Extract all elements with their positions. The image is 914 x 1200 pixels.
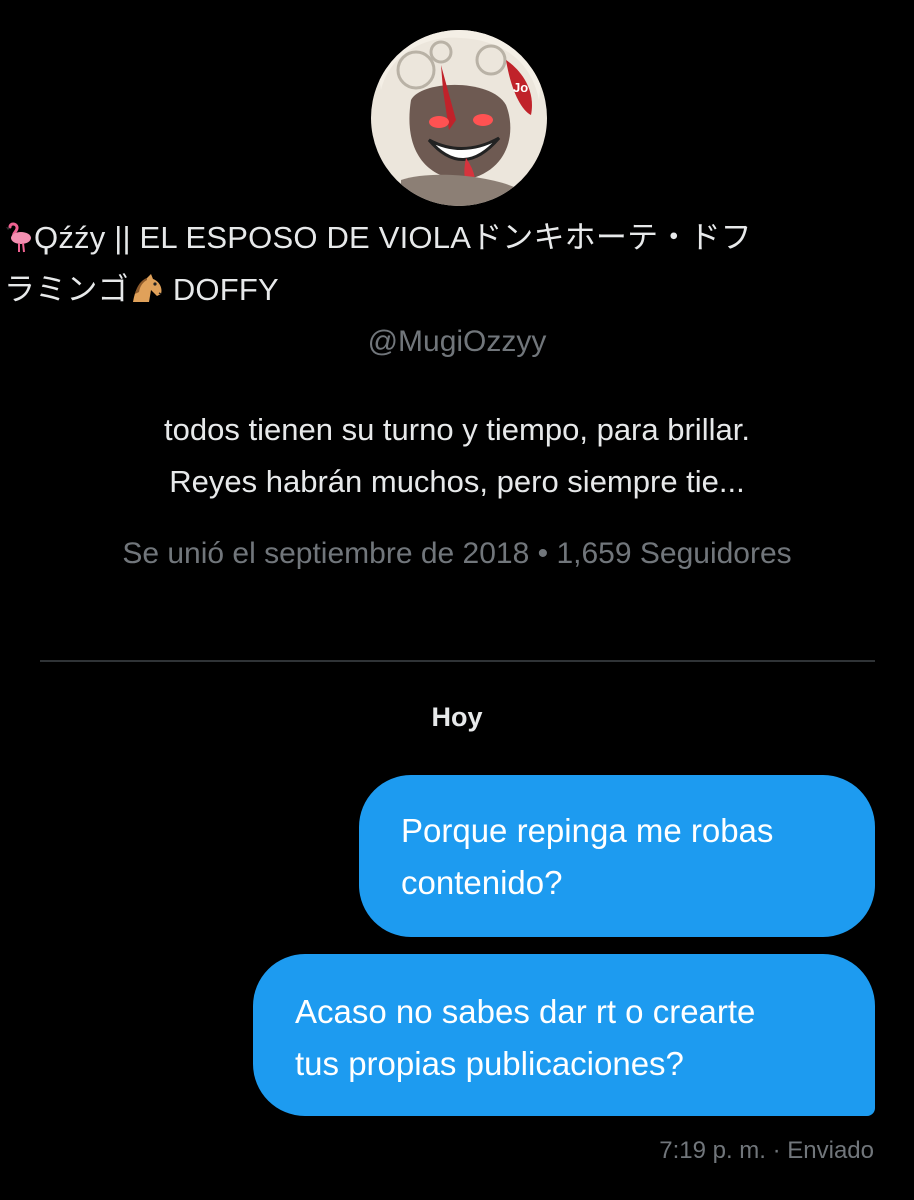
- display-name-line1: Ϙźźy || EL ESPOSO DE VIOLAドンキホーテ・ドフ: [34, 220, 752, 255]
- message-text-line: contenido?: [401, 864, 563, 901]
- bio-line-2: Reyes habrán muchos, pero siempre tie...: [169, 464, 745, 499]
- display-name: Ϙźźy || EL ESPOSO DE VIOLAドンキホーテ・ドフ ラミンゴ…: [4, 212, 909, 316]
- followers-count[interactable]: 1,659 Seguidores: [556, 537, 791, 570]
- message-text-line: Acaso no sabes dar rt o crearte: [295, 993, 756, 1030]
- svg-text:Jo: Jo: [513, 80, 528, 95]
- profile-avatar[interactable]: Jo: [371, 30, 547, 206]
- message-status: 7:19 p. m. · Enviado: [659, 1137, 874, 1164]
- message-bubble[interactable]: Porque repinga me robas contenido?: [359, 775, 875, 937]
- display-name-line2-prefix: ラミンゴ: [4, 272, 129, 307]
- display-name-line2-suffix: DOFFY: [172, 272, 279, 307]
- meta-separator: •: [529, 537, 557, 570]
- bio-line-1: todos tienen su turno y tiempo, para bri…: [164, 412, 750, 447]
- anime-avatar-icon: Jo: [371, 30, 547, 206]
- profile-handle[interactable]: @MugiOzzyy: [0, 325, 914, 359]
- message-text-line: Porque repinga me robas: [401, 812, 774, 849]
- flamingo-icon: [6, 222, 31, 253]
- section-divider: [40, 660, 875, 662]
- message-text-line: tus propias publicaciones?: [295, 1045, 684, 1082]
- message-bubble[interactable]: Acaso no sabes dar rt o crearte tus prop…: [253, 954, 875, 1116]
- profile-meta: Se unió el septiembre de 2018 • 1,659 Se…: [0, 537, 914, 571]
- profile-bio: todos tienen su turno y tiempo, para bri…: [40, 404, 874, 508]
- horse-icon: [132, 274, 162, 302]
- day-label: Hoy: [431, 702, 483, 732]
- joined-date: Se unió el septiembre de 2018: [122, 537, 530, 570]
